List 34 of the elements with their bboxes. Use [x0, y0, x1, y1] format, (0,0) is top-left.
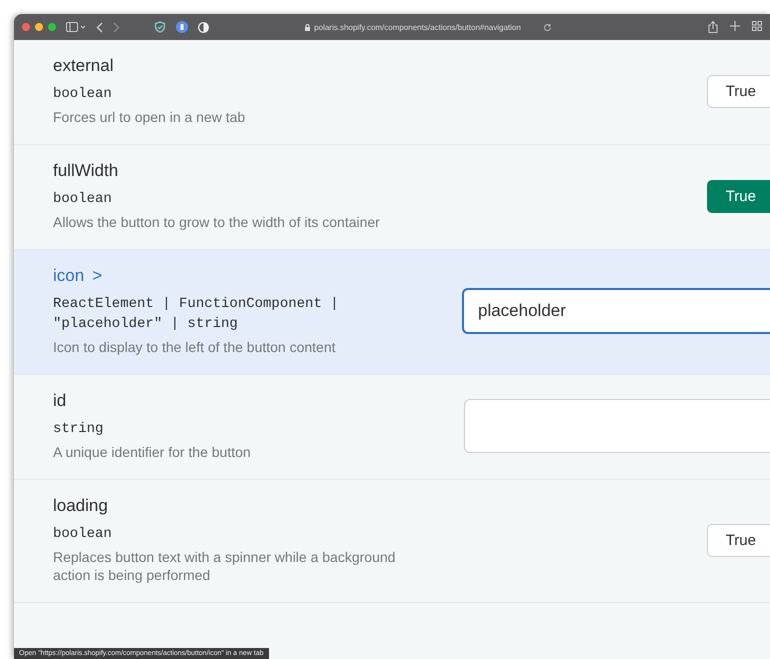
prop-description: Allows the button to grow to the width of its container — [53, 213, 381, 231]
lock-icon — [305, 24, 310, 30]
share-icon[interactable] — [708, 21, 718, 33]
address-bar[interactable]: polaris.shopify.com/components/actions/button#navigation — [314, 22, 521, 32]
shield-icon[interactable] — [154, 21, 166, 33]
text-input-field[interactable] — [464, 399, 770, 453]
zoom-button[interactable] — [48, 23, 56, 31]
back-icon[interactable] — [96, 22, 103, 32]
true-toggle-button[interactable]: True — [706, 524, 770, 556]
prop-description: Icon to display to the left of the button content — [53, 338, 337, 356]
minimize-button[interactable] — [35, 23, 43, 31]
prop-description: Forces url to open in a new tab — [53, 108, 246, 126]
extension-icon[interactable] — [176, 21, 188, 33]
true-toggle-button[interactable]: True — [706, 74, 770, 108]
prop-type: boolean — [53, 525, 113, 544]
prop-name: fullWidth — [53, 161, 120, 181]
new-tab-icon[interactable] — [730, 21, 740, 31]
prop-name: id — [53, 391, 68, 411]
prop-name: loading — [53, 496, 109, 516]
reload-icon[interactable] — [542, 22, 552, 32]
prop-type: boolean — [53, 190, 113, 209]
sidebar-icon[interactable] — [66, 22, 86, 32]
text-input-field[interactable]: placeholder — [462, 288, 770, 334]
close-button[interactable] — [22, 23, 30, 31]
true-toggle-button[interactable]: True — [706, 180, 770, 212]
prop-description: A unique identifier for the button — [53, 443, 252, 461]
prop-type: boolean — [53, 85, 113, 104]
prop-description: Replaces button text with a spinner while a background action is being performed — [53, 548, 396, 584]
prop-type: string — [53, 420, 104, 439]
prop-name: external — [53, 56, 114, 76]
prop-type: ReactElement | FunctionComponent | "placeholder" | string — [53, 295, 340, 334]
contrast-icon[interactable] — [198, 22, 209, 32]
prop-name-link[interactable]: icon > — [53, 266, 398, 286]
tab-overview-icon[interactable] — [752, 21, 762, 31]
